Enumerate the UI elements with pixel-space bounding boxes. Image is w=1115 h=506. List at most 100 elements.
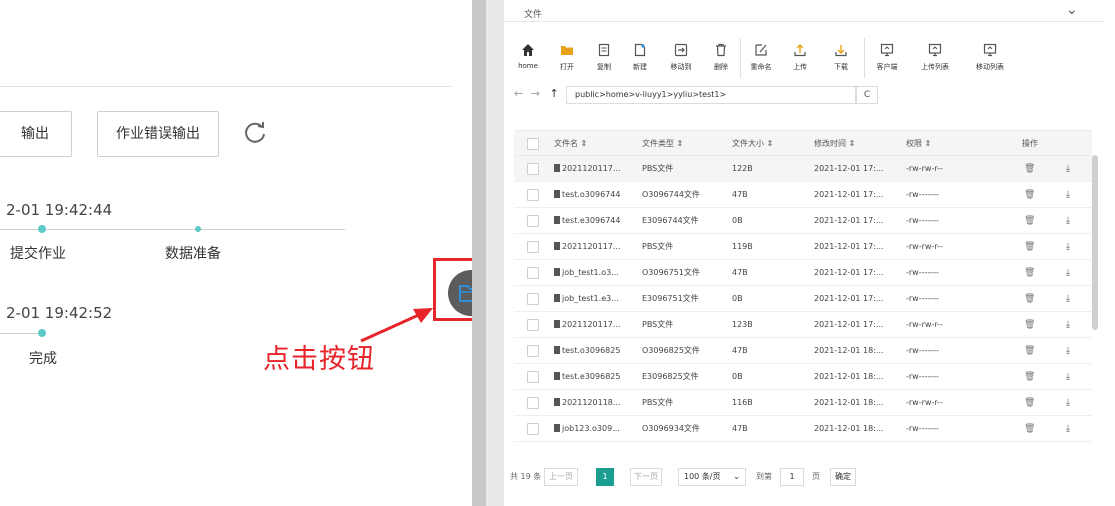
delete-row-icon[interactable]: 🗑︎ — [1024, 416, 1035, 442]
download-icon — [835, 45, 847, 57]
path-refresh-button[interactable]: C — [856, 86, 878, 104]
table-row[interactable]: job123.o309... O3096934文件 47B 2021-12-01 18… — [514, 416, 1092, 442]
page-size-select[interactable]: 100 条/页 ⌄ — [678, 468, 746, 486]
file-name-cell[interactable]: 2021120117... — [554, 156, 621, 182]
table-row[interactable]: test.e3096825 E3096825文件 0B 2021-12-01 18:.… — [514, 364, 1092, 390]
table-scrollbar[interactable] — [1092, 155, 1098, 330]
divider — [0, 86, 452, 87]
toolbar-open[interactable]: 打开 — [555, 40, 579, 76]
toolbar-upload-list[interactable]: 上传列表 — [916, 40, 954, 76]
delete-row-icon[interactable]: 🗑︎ — [1024, 234, 1035, 260]
refresh-icon[interactable] — [240, 118, 270, 148]
download-row-icon[interactable]: ⤓ — [1066, 260, 1070, 286]
toolbar-move-list[interactable]: 移动列表 — [971, 40, 1009, 76]
pager-goto-input[interactable]: 1 — [780, 468, 804, 486]
file-name-cell[interactable]: job_test1.o3... — [554, 260, 619, 286]
row-checkbox[interactable] — [527, 371, 539, 383]
download-row-icon[interactable]: ⤓ — [1066, 338, 1070, 364]
download-row-icon[interactable]: ⤓ — [1066, 234, 1070, 260]
table-row[interactable]: test.o3096825 O3096825文件 47B 2021-12-01 18:… — [514, 338, 1092, 364]
timeline-timestamp: 2-01 19:42:44 — [6, 201, 113, 219]
toolbar-rename[interactable]: 重命名 — [748, 40, 774, 76]
delete-row-icon[interactable]: 🗑︎ — [1024, 338, 1035, 364]
download-row-icon[interactable]: ⤓ — [1066, 182, 1070, 208]
toolbar-client[interactable]: 客户端 — [872, 40, 902, 76]
toolbar-download[interactable]: 下载 — [830, 40, 852, 76]
forward-arrow-icon[interactable]: → — [531, 87, 540, 100]
download-row-icon[interactable]: ⤓ — [1066, 286, 1070, 312]
table-row[interactable]: test.e3096744 E3096744文件 0B 2021-12-01 17:.… — [514, 208, 1092, 234]
file-name-cell[interactable]: test.e3096825 — [554, 364, 620, 390]
row-checkbox[interactable] — [527, 215, 539, 227]
table-row[interactable]: 2021120117... PBS文件 122B 2021-12-01 17:... -… — [514, 156, 1092, 182]
table-row[interactable]: job_test1.e3... E3096751文件 0B 2021-12-01 17… — [514, 286, 1092, 312]
row-checkbox[interactable] — [527, 267, 539, 279]
row-checkbox[interactable] — [527, 423, 539, 435]
delete-row-icon[interactable]: 🗑︎ — [1024, 182, 1035, 208]
table-row[interactable]: test.o3096744 O3096744文件 47B 2021-12-01 17:… — [514, 182, 1092, 208]
file-name-cell[interactable]: 2021120118... — [554, 390, 621, 416]
col-header-size[interactable]: 文件大小 ⇕ — [732, 131, 773, 157]
download-row-icon[interactable]: ⤓ — [1066, 390, 1070, 416]
delete-row-icon[interactable]: 🗑︎ — [1024, 364, 1035, 390]
file-name-cell[interactable]: job123.o309... — [554, 416, 620, 442]
file-name-cell[interactable]: test.o3096825 — [554, 338, 620, 364]
delete-row-icon[interactable]: 🗑︎ — [1024, 312, 1035, 338]
file-name-cell[interactable]: test.o3096744 — [554, 182, 620, 208]
table-row[interactable]: 2021120117... PBS文件 119B 2021-12-01 17:... -… — [514, 234, 1092, 260]
error-output-button[interactable]: 作业错误输出 — [97, 111, 219, 157]
delete-row-icon[interactable]: 🗑︎ — [1024, 260, 1035, 286]
row-checkbox[interactable] — [527, 189, 539, 201]
row-checkbox[interactable] — [527, 241, 539, 253]
output-button[interactable]: 输出 — [0, 111, 72, 157]
file-icon — [554, 216, 560, 224]
table-row[interactable]: job_test1.o3... O3096751文件 47B 2021-12-01 1… — [514, 260, 1092, 286]
toolbar-new[interactable]: 新建 — [628, 40, 652, 76]
path-input[interactable]: public>home>v-liuyy1>yyliu>test1> — [566, 86, 856, 104]
download-row-icon[interactable]: ⤓ — [1066, 156, 1070, 182]
file-name-cell[interactable]: test.e3096744 — [554, 208, 620, 234]
screen: 输出 作业错误输出 2-01 19:42:44 提交作业 数据准备 2-01 1… — [0, 0, 1115, 506]
toolbar-delete[interactable]: 删除 — [710, 40, 732, 76]
file-size-cell: 47B — [732, 424, 748, 433]
file-name: 2021120118... — [562, 398, 621, 407]
row-checkbox[interactable] — [527, 397, 539, 409]
col-header-time[interactable]: 修改时间 ⇕ — [814, 131, 855, 157]
download-row-icon[interactable]: ⤓ — [1066, 312, 1070, 338]
toolbar-label: 打开 — [560, 63, 574, 71]
file-name-cell[interactable]: job_test1.e3... — [554, 286, 619, 312]
delete-row-icon[interactable]: 🗑︎ — [1024, 208, 1035, 234]
file-name-cell[interactable]: 2021120117... — [554, 234, 621, 260]
col-header-name[interactable]: 文件名 ⇕ — [554, 131, 587, 157]
timeline-dot — [38, 225, 46, 233]
pager-next-button[interactable]: 下一页 — [630, 468, 662, 486]
collapse-chevron-icon[interactable]: ⌄ — [1066, 2, 1078, 18]
toolbar-move-to[interactable]: 移动到 — [666, 40, 696, 76]
up-arrow-icon[interactable]: ↑ — [549, 87, 558, 100]
back-arrow-icon[interactable]: ← — [514, 87, 523, 100]
file-name-cell[interactable]: 2021120117... — [554, 312, 621, 338]
download-row-icon[interactable]: ⤓ — [1066, 208, 1070, 234]
delete-row-icon[interactable]: 🗑︎ — [1024, 156, 1035, 182]
download-row-icon[interactable]: ⤓ — [1066, 416, 1070, 442]
col-header-permission[interactable]: 权限 ⇕ — [906, 131, 931, 157]
file-type-cell: PBS文件 — [642, 320, 674, 329]
pager-prev-button[interactable]: 上一页 — [544, 468, 578, 486]
pager-confirm-button[interactable]: 确定 — [830, 468, 856, 486]
toolbar-copy[interactable]: 复制 — [592, 40, 616, 76]
pager-page-1[interactable]: 1 — [596, 468, 614, 486]
delete-row-icon[interactable]: 🗑︎ — [1024, 390, 1035, 416]
row-checkbox[interactable] — [527, 319, 539, 331]
toolbar-upload[interactable]: 上传 — [789, 40, 811, 76]
row-checkbox[interactable] — [527, 345, 539, 357]
row-checkbox[interactable] — [527, 163, 539, 175]
table-row[interactable]: 2021120117... PBS文件 123B 2021-12-01 17:... -… — [514, 312, 1092, 338]
download-row-icon[interactable]: ⤓ — [1066, 364, 1070, 390]
table-row[interactable]: 2021120118... PBS文件 116B 2021-12-01 18:... -… — [514, 390, 1092, 416]
file-size-cell: 0B — [732, 216, 743, 225]
select-all-checkbox[interactable] — [527, 138, 539, 150]
toolbar-home[interactable]: home — [514, 40, 542, 76]
row-checkbox[interactable] — [527, 293, 539, 305]
col-header-type[interactable]: 文件类型 ⇕ — [642, 131, 683, 157]
delete-row-icon[interactable]: 🗑︎ — [1024, 286, 1035, 312]
